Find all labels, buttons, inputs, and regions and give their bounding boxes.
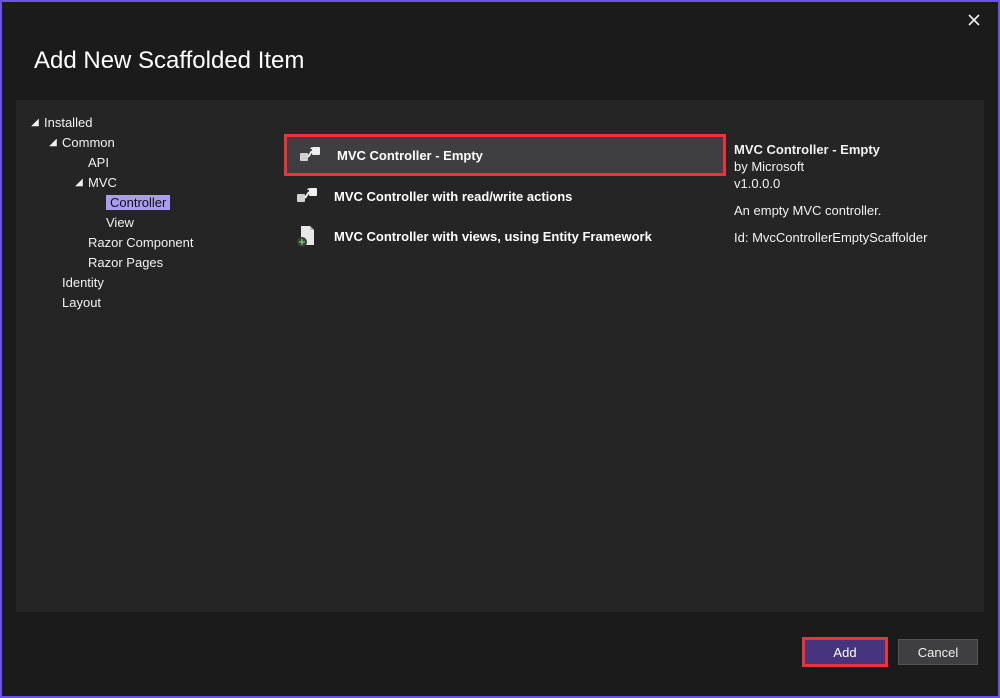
details-description: An empty MVC controller. bbox=[734, 203, 972, 218]
tree-label: Identity bbox=[62, 275, 104, 290]
caret-down-icon: ◢ bbox=[74, 177, 84, 188]
scaffold-list: MVC Controller - Empty MVC Controller wi… bbox=[284, 100, 726, 612]
controller-icon bbox=[294, 183, 320, 209]
tree-label: Layout bbox=[62, 295, 101, 310]
details-title: MVC Controller - Empty bbox=[734, 142, 972, 157]
scaffold-item-label: MVC Controller with read/write actions bbox=[334, 189, 572, 204]
tree-item-view[interactable]: ◢ View bbox=[26, 212, 278, 232]
tree-item-api[interactable]: ◢ API bbox=[26, 152, 278, 172]
scaffold-item-mvc-controller-rw[interactable]: MVC Controller with read/write actions bbox=[284, 176, 726, 216]
tree-label: Razor Pages bbox=[88, 255, 163, 270]
tree-label: Controller bbox=[106, 195, 170, 210]
scaffold-item-mvc-controller-ef[interactable]: MVC Controller with views, using Entity … bbox=[284, 216, 726, 256]
dialog-body: ◢ Installed ◢ Common ◢ API ◢ MVC ◢ Contr… bbox=[16, 100, 984, 612]
tree-item-layout[interactable]: ◢ Layout bbox=[26, 292, 278, 312]
details-id-label: Id: bbox=[734, 230, 748, 245]
scaffold-item-label: MVC Controller - Empty bbox=[337, 148, 483, 163]
tree-item-razor-pages[interactable]: ◢ Razor Pages bbox=[26, 252, 278, 272]
tree-item-controller[interactable]: ◢ Controller bbox=[26, 192, 278, 212]
tree-label: Common bbox=[62, 135, 115, 150]
details-version: v1.0.0.0 bbox=[734, 176, 972, 191]
titlebar bbox=[2, 2, 998, 47]
controller-icon bbox=[297, 142, 323, 168]
tree-label: MVC bbox=[88, 175, 117, 190]
tree-item-identity[interactable]: ◢ Identity bbox=[26, 272, 278, 292]
tree-label: Installed bbox=[44, 115, 92, 130]
close-button[interactable] bbox=[964, 10, 984, 30]
tree-label: View bbox=[106, 215, 134, 230]
caret-down-icon: ◢ bbox=[30, 117, 40, 128]
file-generate-icon bbox=[294, 223, 320, 249]
details-id: Id: MvcControllerEmptyScaffolder bbox=[734, 230, 972, 245]
sidebar: ◢ Installed ◢ Common ◢ API ◢ MVC ◢ Contr… bbox=[16, 100, 284, 612]
details-author: by Microsoft bbox=[734, 159, 972, 174]
caret-down-icon: ◢ bbox=[48, 137, 58, 148]
tree-item-razor-component[interactable]: ◢ Razor Component bbox=[26, 232, 278, 252]
add-button[interactable]: Add bbox=[802, 637, 888, 667]
scaffold-item-mvc-controller-empty[interactable]: MVC Controller - Empty bbox=[284, 134, 726, 176]
tree-label: Razor Component bbox=[88, 235, 194, 250]
dialog-window: Add New Scaffolded Item ◢ Installed ◢ Co… bbox=[0, 0, 1000, 698]
scaffold-item-label: MVC Controller with views, using Entity … bbox=[334, 229, 652, 244]
details-panel: MVC Controller - Empty by Microsoft v1.0… bbox=[726, 100, 984, 612]
dialog-title: Add New Scaffolded Item bbox=[2, 47, 998, 99]
cancel-button[interactable]: Cancel bbox=[898, 639, 978, 665]
dialog-footer: Add Cancel bbox=[16, 622, 984, 682]
tree-root-installed[interactable]: ◢ Installed bbox=[26, 112, 278, 132]
tree-label: API bbox=[88, 155, 109, 170]
details-id-value: MvcControllerEmptyScaffolder bbox=[752, 230, 927, 245]
tree-item-mvc[interactable]: ◢ MVC bbox=[26, 172, 278, 192]
close-icon bbox=[968, 14, 980, 26]
tree-item-common[interactable]: ◢ Common bbox=[26, 132, 278, 152]
